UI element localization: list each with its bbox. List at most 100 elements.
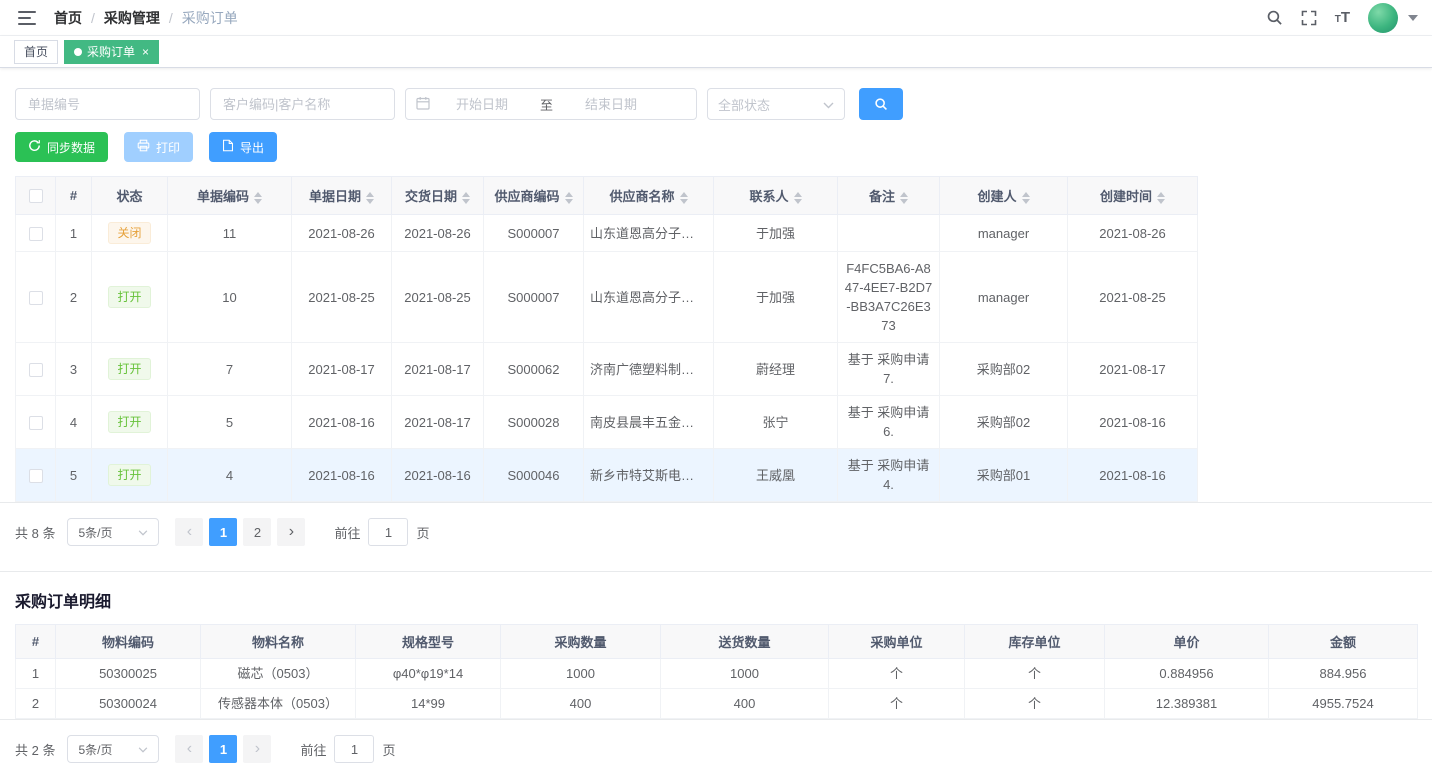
- detail-table-block: # 物料编码 物料名称 规格型号 采购数量 送货数量 采购单位 库存单位 单价 …: [0, 624, 1432, 720]
- sync-data-button[interactable]: 同步数据: [15, 132, 108, 162]
- chevron-down-icon: [138, 525, 148, 539]
- sort-icon[interactable]: [1022, 192, 1030, 204]
- cell-created: 2021-08-17: [1068, 343, 1198, 396]
- start-date-input[interactable]: [430, 97, 534, 112]
- col-delivery-qty: 送货数量: [661, 625, 829, 659]
- fullscreen-icon[interactable]: [1301, 10, 1317, 26]
- cell-supplier-code: S000007: [484, 252, 584, 343]
- page-root: 首页 / 采购管理 / 采购订单 TT 首页 采购订单 ×: [0, 0, 1432, 705]
- avatar[interactable]: [1368, 3, 1398, 33]
- export-button[interactable]: 导出: [209, 132, 277, 162]
- breadcrumb-separator: /: [169, 10, 173, 26]
- col-doc-no[interactable]: 单据编码: [168, 177, 292, 215]
- cell-material-name: 磁芯（0503）: [201, 659, 356, 689]
- col-created[interactable]: 创建时间: [1068, 177, 1198, 215]
- table-row[interactable]: 3 打开 7 2021-08-17 2021-08-17 S000062 济南广…: [16, 343, 1198, 396]
- cell-supplier-name: 山东道恩高分子材料...: [584, 215, 714, 252]
- detail-row[interactable]: 1 50300025 磁芯（0503） φ40*φ19*14 1000 1000…: [16, 659, 1418, 689]
- tab-home[interactable]: 首页: [14, 40, 58, 64]
- page-button-2[interactable]: 2: [243, 518, 271, 546]
- total-count: 共 2 条: [15, 740, 55, 759]
- status-badge: 打开: [108, 358, 150, 380]
- next-page-button[interactable]: ›: [243, 735, 271, 763]
- hamburger-icon[interactable]: [14, 7, 40, 29]
- tabs-bar: 首页 采购订单 ×: [0, 36, 1432, 68]
- prev-page-button[interactable]: ‹: [175, 735, 203, 763]
- sort-icon[interactable]: [565, 192, 573, 204]
- search-button[interactable]: [859, 88, 903, 120]
- goto-page-input[interactable]: [368, 518, 408, 546]
- page-button-1[interactable]: 1: [209, 735, 237, 763]
- col-remark[interactable]: 备注: [838, 177, 940, 215]
- cell-material-code: 50300024: [56, 689, 201, 719]
- table-row[interactable]: 2 打开 10 2021-08-25 2021-08-25 S000007 山东…: [16, 252, 1198, 343]
- row-checkbox[interactable]: [29, 416, 43, 430]
- customer-input[interactable]: [210, 88, 395, 120]
- col-supplier-code[interactable]: 供应商编码: [484, 177, 584, 215]
- cell-created: 2021-08-25: [1068, 252, 1198, 343]
- col-spec: 规格型号: [356, 625, 501, 659]
- col-supplier-name[interactable]: 供应商名称: [584, 177, 714, 215]
- sort-icon[interactable]: [900, 192, 908, 204]
- sort-icon[interactable]: [1157, 192, 1165, 204]
- search-icon[interactable]: [1266, 9, 1283, 26]
- row-checkbox[interactable]: [29, 291, 43, 305]
- col-status: 状态: [92, 177, 168, 215]
- breadcrumb-home[interactable]: 首页: [54, 8, 82, 28]
- cell-index: 1: [56, 215, 92, 252]
- row-checkbox[interactable]: [29, 363, 43, 377]
- cell-delivery-qty: 400: [661, 689, 829, 719]
- col-contact[interactable]: 联系人: [714, 177, 838, 215]
- sort-icon[interactable]: [794, 192, 802, 204]
- date-range-picker[interactable]: 至: [405, 88, 697, 120]
- select-all-checkbox[interactable]: [29, 189, 43, 203]
- prev-page-button[interactable]: ‹: [175, 518, 203, 546]
- detail-row[interactable]: 2 50300024 传感器本体（0503） 14*99 400 400 个 个…: [16, 689, 1418, 719]
- col-doc-date[interactable]: 单据日期: [292, 177, 392, 215]
- orders-table-block: # 状态 单据编码 单据日期 交货日期 供应商编码 供应商名称 联系人 备注 创…: [0, 176, 1432, 503]
- sort-icon[interactable]: [254, 192, 262, 204]
- table-row[interactable]: 4 打开 5 2021-08-16 2021-08-17 S000028 南皮县…: [16, 396, 1198, 449]
- cell-supplier-name: 南皮县晨丰五金制造...: [584, 396, 714, 449]
- cell-creator: manager: [940, 252, 1068, 343]
- end-date-input[interactable]: [559, 97, 663, 112]
- toolbar: 同步数据 打印 导出: [0, 120, 1432, 162]
- detail-section-title: 采购订单明细: [0, 572, 1432, 624]
- row-checkbox[interactable]: [29, 227, 43, 241]
- page-size-select[interactable]: 5条/页: [67, 735, 159, 763]
- document-icon: [222, 139, 234, 155]
- status-select[interactable]: 全部状态: [707, 88, 845, 120]
- col-delivery-date[interactable]: 交货日期: [392, 177, 484, 215]
- topbar: 首页 / 采购管理 / 采购订单 TT: [0, 0, 1432, 36]
- sort-icon[interactable]: [366, 192, 374, 204]
- cell-contact: 蔚经理: [714, 343, 838, 396]
- col-purchase-qty: 采购数量: [501, 625, 661, 659]
- status-select-value: 全部状态: [718, 95, 770, 114]
- tab-purchase-order[interactable]: 采购订单 ×: [64, 40, 159, 64]
- breadcrumb-purchase-management[interactable]: 采购管理: [104, 8, 160, 28]
- goto-label: 前往: [300, 740, 326, 759]
- caret-down-icon[interactable]: [1408, 15, 1418, 21]
- col-creator[interactable]: 创建人: [940, 177, 1068, 215]
- page-size-value: 5条/页: [78, 741, 112, 758]
- cell-doc-no: 10: [168, 252, 292, 343]
- row-checkbox[interactable]: [29, 469, 43, 483]
- sort-icon[interactable]: [680, 192, 688, 204]
- goto-page-input[interactable]: [334, 735, 374, 763]
- cell-delivery-date: 2021-08-16: [392, 449, 484, 502]
- page-suffix: 页: [416, 523, 429, 542]
- col-stock-unit: 库存单位: [965, 625, 1105, 659]
- sort-icon[interactable]: [462, 192, 470, 204]
- print-button[interactable]: 打印: [124, 132, 193, 162]
- cell-creator: 采购部02: [940, 396, 1068, 449]
- sync-data-label: 同步数据: [47, 139, 95, 156]
- table-row-selected[interactable]: 5 打开 4 2021-08-16 2021-08-16 S000046 新乡市…: [16, 449, 1198, 502]
- tab-label: 采购订单: [87, 43, 135, 60]
- table-row[interactable]: 1 关闭 11 2021-08-26 2021-08-26 S000007 山东…: [16, 215, 1198, 252]
- page-size-select[interactable]: 5条/页: [67, 518, 159, 546]
- doc-no-input[interactable]: [15, 88, 200, 120]
- font-size-icon[interactable]: TT: [1335, 10, 1350, 25]
- page-button-1[interactable]: 1: [209, 518, 237, 546]
- close-icon[interactable]: ×: [142, 46, 149, 58]
- next-page-button[interactable]: ›: [277, 518, 305, 546]
